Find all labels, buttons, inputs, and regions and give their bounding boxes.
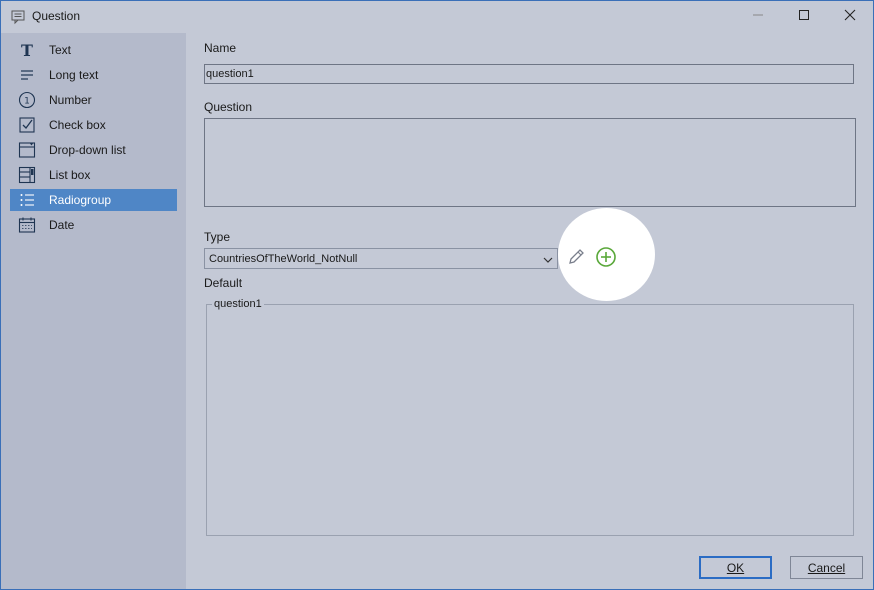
- text-icon: T: [18, 41, 36, 59]
- sidebar-item-text[interactable]: T Text: [10, 39, 177, 61]
- close-icon: [844, 9, 856, 24]
- maximize-icon: [798, 9, 810, 24]
- chevron-down-icon: [543, 254, 553, 264]
- long-text-icon: [18, 66, 36, 84]
- dropdown-list-icon: [18, 141, 36, 159]
- question-label: Question: [204, 100, 253, 114]
- minimize-button[interactable]: [735, 1, 781, 32]
- type-select[interactable]: CountriesOfTheWorld_NotNull: [204, 248, 558, 269]
- number-icon: 1: [18, 91, 36, 109]
- pencil-icon: [566, 249, 586, 270]
- type-select-value: CountriesOfTheWorld_NotNull: [209, 253, 358, 265]
- sidebar-item-label: Check box: [49, 118, 106, 132]
- list-box-icon: [18, 166, 36, 184]
- sidebar-item-label: Text: [49, 43, 72, 57]
- svg-text:T: T: [21, 41, 33, 59]
- default-label: Default: [204, 276, 243, 290]
- cancel-button[interactable]: Cancel: [790, 556, 863, 579]
- add-type-button[interactable]: [595, 246, 617, 268]
- checkbox-icon: [18, 116, 36, 134]
- sidebar-item-long-text[interactable]: Long text: [10, 64, 177, 86]
- svg-text:1: 1: [24, 97, 30, 107]
- close-button[interactable]: [827, 1, 873, 32]
- sidebar-item-drop-down-list[interactable]: Drop-down list: [10, 139, 177, 161]
- default-group-box[interactable]: [206, 304, 854, 536]
- sidebar-item-list-box[interactable]: List box: [10, 164, 177, 186]
- sidebar-item-label: Number: [49, 93, 92, 107]
- sidebar-item-label: Drop-down list: [49, 143, 126, 157]
- question-textarea[interactable]: [204, 118, 856, 207]
- edit-type-button[interactable]: [566, 247, 586, 267]
- sidebar-item-number[interactable]: 1 Number: [10, 89, 177, 111]
- title-bar: Question: [1, 1, 873, 33]
- type-label: Type: [204, 230, 231, 244]
- sidebar-item-label: Radiogroup: [49, 193, 112, 207]
- add-circle-icon: [595, 247, 617, 271]
- question-dialog: Question T Text Long text 1 Number Check…: [0, 0, 874, 590]
- sidebar-item-label: Long text: [49, 68, 99, 82]
- minimize-icon: [752, 9, 764, 24]
- sidebar-item-radiogroup[interactable]: Radiogroup: [10, 189, 177, 211]
- window-title: Question: [32, 9, 81, 23]
- name-label: Name: [204, 41, 237, 55]
- comment-icon: [10, 9, 26, 25]
- ok-button[interactable]: OK: [699, 556, 772, 579]
- question-type-sidebar: T Text Long text 1 Number Check box Drop…: [1, 33, 186, 589]
- default-group-title: question1: [212, 298, 264, 310]
- name-input[interactable]: [204, 64, 854, 84]
- question-form: Name Question Type CountriesOfTheWorld_N…: [186, 33, 873, 589]
- sidebar-item-label: Date: [49, 218, 75, 232]
- calendar-icon: [18, 216, 36, 234]
- radiogroup-icon: [18, 191, 36, 209]
- sidebar-item-label: List box: [49, 168, 91, 182]
- maximize-button[interactable]: [781, 1, 827, 32]
- sidebar-item-date[interactable]: Date: [10, 214, 177, 236]
- sidebar-item-check-box[interactable]: Check box: [10, 114, 177, 136]
